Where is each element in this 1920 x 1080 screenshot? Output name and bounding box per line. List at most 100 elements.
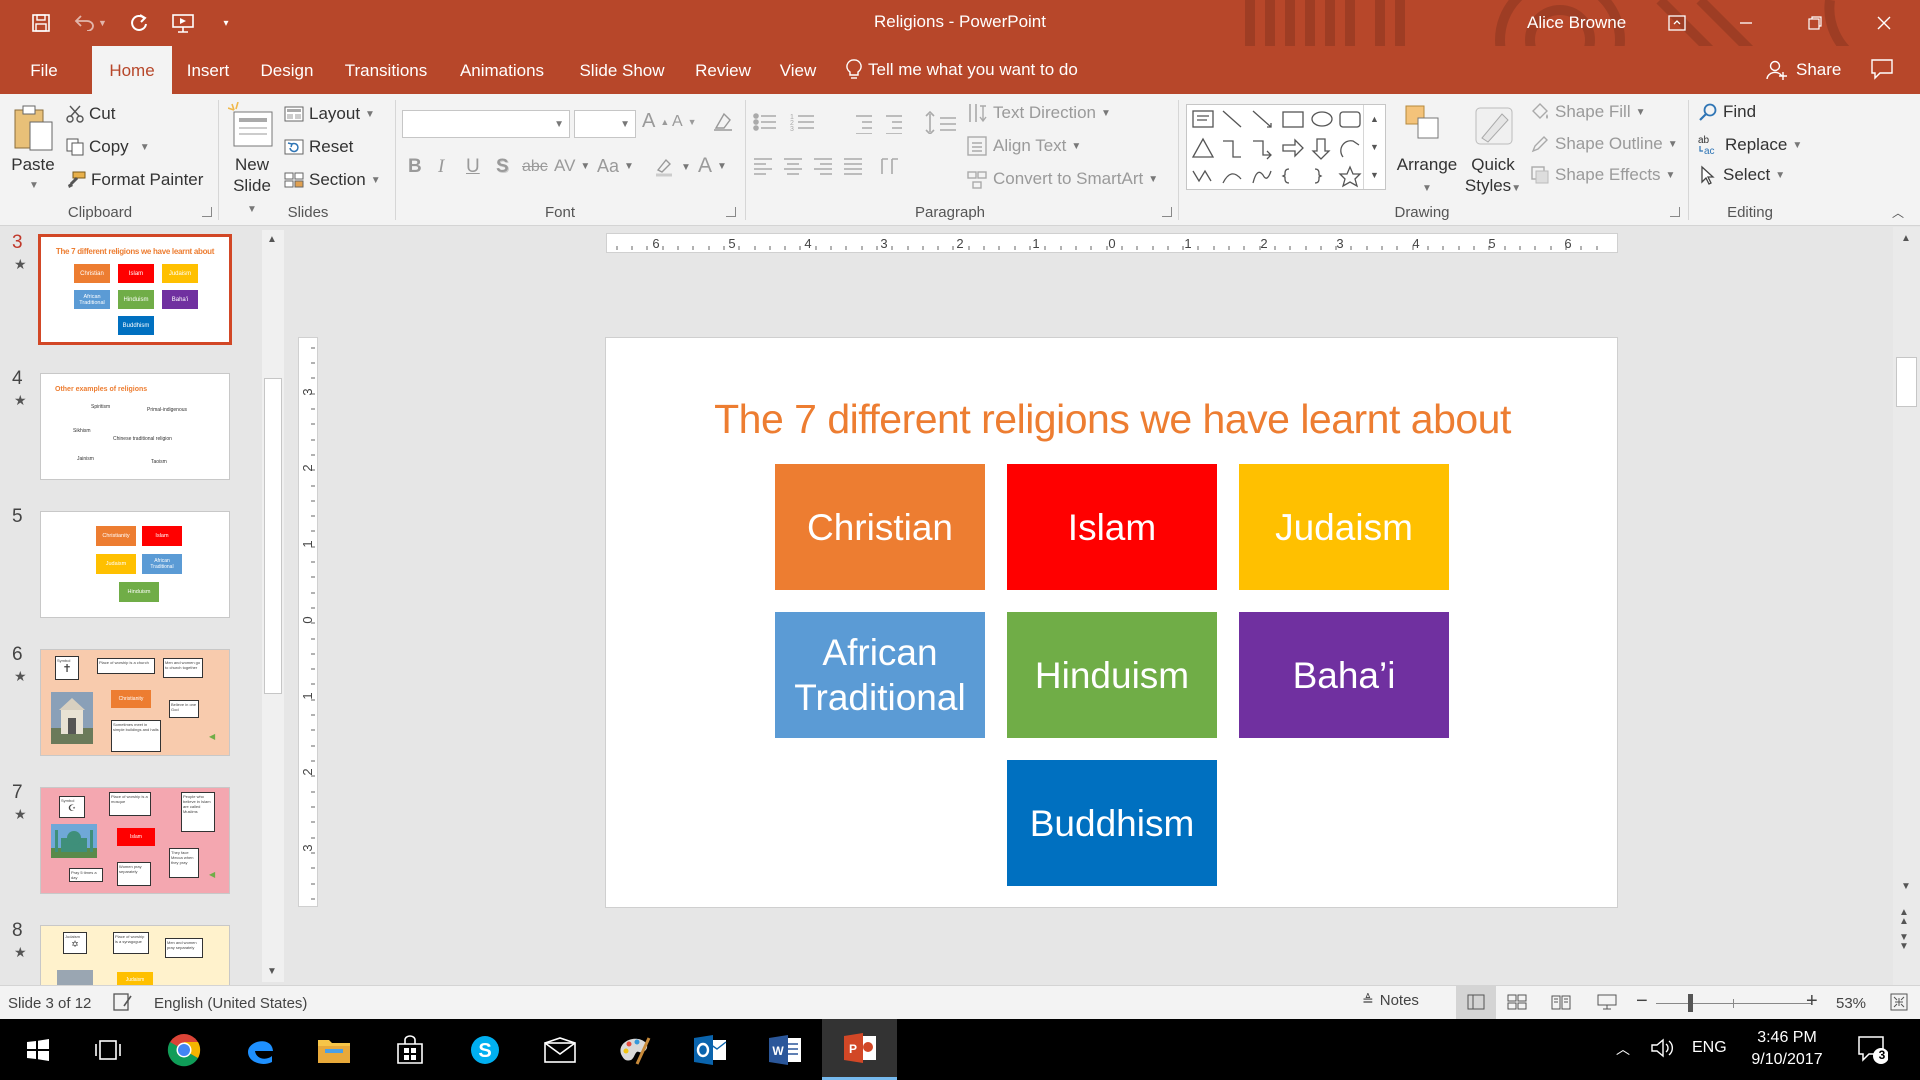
mail-icon[interactable]	[522, 1019, 597, 1080]
powerpoint-icon[interactable]: P	[822, 1019, 897, 1080]
next-slide-icon[interactable]: ▼ ▼	[1899, 933, 1909, 952]
paint-icon[interactable]	[596, 1019, 671, 1080]
font-size-combo[interactable]: ▼	[574, 110, 636, 138]
new-slide-icon[interactable]	[227, 101, 276, 152]
comments-icon[interactable]	[1870, 58, 1894, 85]
tab-home[interactable]: Home	[92, 46, 172, 94]
close-icon[interactable]	[1862, 8, 1906, 38]
religion-box-african-traditional[interactable]: African Traditional	[775, 612, 985, 738]
slide-thumbnail-6[interactable]: Symbol ✝ Place of worship is a church Men…	[40, 649, 230, 756]
scroll-thumb[interactable]	[1896, 357, 1917, 407]
character-spacing-button[interactable]: AV ▼	[554, 156, 590, 176]
user-name[interactable]: Alice Browne	[1527, 13, 1626, 33]
religion-box-islam[interactable]: Islam	[1007, 464, 1217, 590]
cut-button[interactable]: Cut	[66, 104, 115, 124]
align-text-button[interactable]: Align Text ▼	[966, 135, 1081, 157]
quick-styles-button[interactable]: Quick Styles▼	[1458, 154, 1528, 199]
zoom-out-button[interactable]: −	[1636, 990, 1648, 1013]
minimize-icon[interactable]	[1724, 8, 1768, 38]
shape-outline-button[interactable]: Shape Outline ▼	[1530, 134, 1678, 154]
shape-fill-button[interactable]: Shape Fill ▼	[1530, 102, 1646, 122]
share-button[interactable]: Share	[1766, 46, 1841, 94]
spelling-check-icon[interactable]	[112, 992, 134, 1016]
tab-insert[interactable]: Insert	[176, 46, 240, 94]
alignment-buttons[interactable]	[752, 156, 922, 178]
scroll-down-icon[interactable]: ▼	[267, 966, 277, 977]
edge-icon[interactable]	[222, 1019, 297, 1080]
text-shadow-button[interactable]: S	[496, 156, 509, 178]
notes-button[interactable]: ≜ Notes	[1362, 992, 1419, 1009]
action-center-icon[interactable]: 3	[1856, 1033, 1889, 1070]
religion-box-christian[interactable]: Christian	[775, 464, 985, 590]
religion-box-judaism[interactable]: Judaism	[1239, 464, 1449, 590]
tab-file[interactable]: File	[14, 46, 74, 94]
arrange-icon[interactable]	[1402, 104, 1446, 149]
layout-button[interactable]: Layout ▼	[284, 104, 375, 124]
store-icon[interactable]	[372, 1019, 447, 1080]
religion-box-buddhism[interactable]: Buddhism	[1007, 760, 1217, 886]
outlook-icon[interactable]	[672, 1019, 747, 1080]
paragraph-launcher-icon[interactable]	[1162, 207, 1172, 217]
restore-icon[interactable]	[1793, 8, 1837, 38]
slide-title[interactable]: The 7 different religions we have learnt…	[606, 396, 1619, 443]
font-launcher-icon[interactable]	[726, 207, 736, 217]
zoom-in-button[interactable]: +	[1806, 990, 1818, 1013]
tell-me-box[interactable]: Tell me what you want to do	[846, 46, 1078, 94]
religion-box-bahai[interactable]: Baha’i	[1239, 612, 1449, 738]
scroll-up-icon[interactable]: ▲	[1901, 233, 1911, 244]
language-indicator[interactable]: English (United States)	[154, 995, 307, 1012]
fit-slide-icon[interactable]	[1890, 993, 1908, 1015]
shapes-gallery[interactable]: ▲ ▼ ▼	[1186, 104, 1386, 190]
shrink-font-button[interactable]: A ▼	[672, 113, 697, 131]
underline-button[interactable]: U	[466, 156, 480, 178]
format-painter-button[interactable]: Format Painter	[66, 170, 203, 190]
zoom-slider[interactable]	[1656, 1003, 1812, 1004]
slide-thumbnail-4[interactable]: Other examples of religions Spiritism Pr…	[40, 373, 230, 480]
scroll-thumb[interactable]	[264, 378, 282, 694]
find-button[interactable]: Find	[1698, 102, 1756, 122]
convert-smartart-button[interactable]: Convert to SmartArt ▼	[966, 168, 1158, 190]
slide-scrollbar[interactable]: ▲ ▼ ▲ ▲ ▼ ▼	[1893, 227, 1920, 985]
tab-transitions[interactable]: Transitions	[336, 46, 436, 94]
paste-button[interactable]: Paste	[8, 154, 58, 175]
grow-font-button[interactable]: A ▲	[642, 110, 669, 133]
slide-thumbnail-3[interactable]: The 7 different religions we have learnt…	[38, 234, 232, 345]
replace-button[interactable]: ab ac Replace ▼	[1698, 134, 1802, 156]
copy-button[interactable]: Copy ▼	[66, 137, 150, 157]
tab-animations[interactable]: Animations	[450, 46, 554, 94]
tab-design[interactable]: Design	[252, 46, 322, 94]
text-direction-button[interactable]: Text Direction ▼	[966, 102, 1111, 124]
strikethrough-button[interactable]: abc	[522, 158, 548, 176]
change-case-button[interactable]: Aa ▼	[597, 156, 634, 177]
chrome-icon[interactable]	[146, 1019, 221, 1080]
copy-dropdown-icon[interactable]: ▼	[140, 142, 150, 153]
scroll-up-icon[interactable]: ▲	[267, 234, 277, 245]
select-button[interactable]: Select ▼	[1698, 165, 1785, 185]
slide-thumbnail-5[interactable]: Christianity Islam Judaism African Tradi…	[40, 511, 230, 618]
slide-show-view-icon[interactable]	[1597, 993, 1617, 1015]
highlight-icon[interactable]: ▼	[654, 156, 691, 178]
paste-dropdown-icon[interactable]: ▼	[29, 180, 39, 191]
font-name-combo[interactable]: ▼	[402, 110, 570, 138]
drawing-launcher-icon[interactable]	[1670, 207, 1680, 217]
clear-formatting-icon[interactable]	[712, 110, 734, 132]
tab-slide-show[interactable]: Slide Show	[570, 46, 674, 94]
slide-thumbnail-7[interactable]: Symbol ☪ Place of worship is a mosque Peo…	[40, 787, 230, 894]
skype-icon[interactable]: S	[447, 1019, 522, 1080]
slide-thumbnail-8[interactable]: Judaism ✡ Place of worship is a synagogue…	[40, 925, 230, 987]
windows-start-icon[interactable]	[0, 1019, 75, 1080]
paste-icon[interactable]	[12, 104, 56, 154]
zoom-level[interactable]: 53%	[1836, 995, 1866, 1012]
section-button[interactable]: Section ▼	[284, 170, 381, 190]
reading-view-icon[interactable]	[1551, 994, 1571, 1014]
current-slide[interactable]: The 7 different religions we have learnt…	[605, 337, 1618, 908]
zoom-slider-thumb[interactable]	[1688, 994, 1693, 1012]
bold-button[interactable]: B	[408, 156, 422, 178]
input-language[interactable]: ENG	[1692, 1039, 1727, 1057]
reset-button[interactable]: Reset	[284, 137, 353, 157]
collapse-ribbon-icon[interactable]: ︿	[1892, 204, 1904, 221]
normal-view-icon[interactable]	[1456, 986, 1496, 1019]
font-color-button[interactable]: A ▼	[698, 154, 727, 178]
volume-icon[interactable]	[1650, 1037, 1674, 1064]
new-slide-dropdown-icon[interactable]: ▼	[247, 204, 257, 215]
